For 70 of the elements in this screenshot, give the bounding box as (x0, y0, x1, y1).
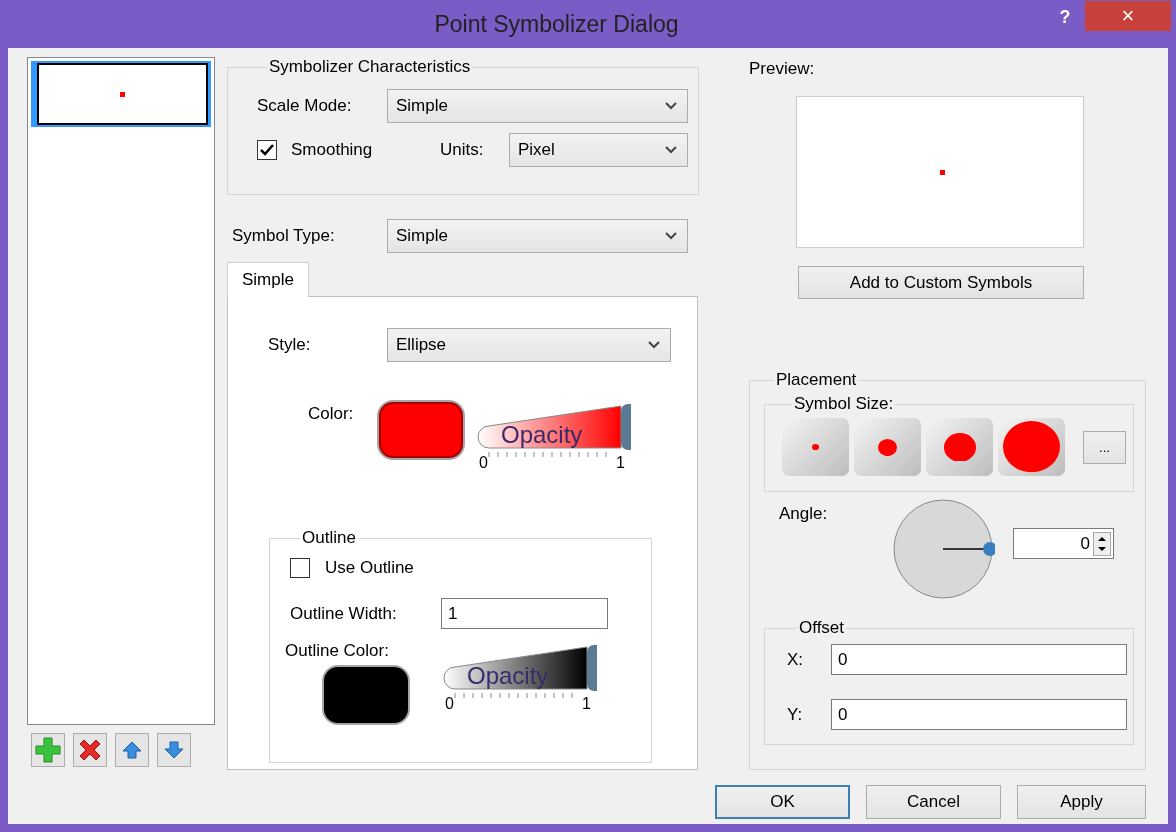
dot-icon (878, 438, 897, 456)
use-outline-label: Use Outline (325, 558, 414, 578)
checkbox[interactable] (257, 140, 277, 160)
move-up-button[interactable] (115, 733, 149, 767)
up-arrow-icon (122, 740, 142, 760)
checkbox[interactable] (290, 558, 310, 578)
units-label: Units: (440, 140, 485, 160)
angle-dial[interactable] (891, 498, 995, 601)
group-title: Outline (301, 528, 357, 548)
offset-x-field[interactable]: 0 (831, 644, 1127, 676)
dropdown[interactable]: Simple (387, 219, 688, 253)
chevron-icon (665, 102, 677, 110)
min-label: 0 (445, 695, 454, 712)
slider-thumb[interactable] (621, 404, 631, 450)
outline-width-field[interactable]: 1 (441, 598, 608, 629)
dropdown[interactable]: Pixel (509, 133, 688, 167)
spinner-icon[interactable] (1093, 531, 1111, 556)
symbol-size-button[interactable] (926, 418, 993, 477)
more-button[interactable]: ... (1083, 430, 1126, 464)
chevron-icon (665, 146, 677, 154)
point-symbol-icon (939, 169, 945, 175)
y-label: Y: (787, 704, 804, 725)
angle-field[interactable]: 0 (1013, 528, 1114, 560)
slider-thumb[interactable] (587, 645, 597, 691)
color-label: Color: (308, 404, 355, 424)
remove-button[interactable] (73, 733, 107, 767)
x-label: X: (787, 649, 805, 670)
dropdown[interactable]: Ellipse (387, 328, 671, 362)
color-swatch[interactable] (322, 665, 410, 725)
add-to-custom-symbols-button[interactable]: Add to Custom Symbols (798, 266, 1084, 300)
scale-mode-label: Scale Mode: (257, 96, 353, 116)
opacity-label: Opacity (501, 421, 583, 448)
max-label: 1 (582, 695, 591, 712)
outline-color-label: Outline Color: (285, 641, 390, 661)
chevron-icon (665, 232, 677, 240)
dot-icon (1003, 421, 1060, 473)
dropdown[interactable]: Simple (387, 89, 688, 123)
offset-y-field[interactable]: 0 (831, 699, 1127, 731)
dot-icon (943, 432, 976, 462)
dot-icon (812, 443, 819, 451)
group-title: Symbol Size: (793, 394, 895, 415)
point-symbol-icon (120, 91, 125, 97)
preview-label: Preview: (749, 59, 816, 79)
style-label: Style: (268, 335, 312, 355)
symbol-size-button[interactable] (854, 418, 921, 477)
symbol-type-label: Symbol Type: (232, 226, 336, 246)
cross-icon (77, 737, 103, 763)
min-label: 0 (479, 454, 488, 471)
add-button[interactable] (31, 733, 65, 767)
smoothing-label: Smoothing (291, 140, 374, 160)
help-button[interactable]: ? (1045, 6, 1085, 28)
plus-icon (35, 737, 61, 763)
dialog-button[interactable]: OK (715, 785, 850, 819)
symbol-list-item[interactable] (31, 61, 211, 127)
dialog-button[interactable]: Cancel (866, 785, 1001, 819)
max-label: 1 (616, 454, 625, 471)
close-button[interactable]: × (1085, 1, 1171, 31)
move-down-button[interactable] (157, 733, 191, 767)
group-title: Offset (798, 618, 846, 639)
chevron-icon (648, 341, 660, 349)
angle-label: Angle: (779, 504, 829, 525)
tab[interactable]: Simple (227, 262, 309, 297)
down-arrow-icon (164, 740, 184, 760)
outline-width-label: Outline Width: (290, 603, 398, 624)
window-title: Point Symbolizer Dialog (433, 10, 680, 38)
group-title: Symbolizer Characteristics (268, 57, 472, 77)
dialog-button[interactable]: Apply (1017, 785, 1146, 819)
color-swatch[interactable] (377, 400, 465, 460)
symbol-size-button[interactable] (998, 418, 1065, 477)
group-title: Placement (775, 370, 858, 391)
